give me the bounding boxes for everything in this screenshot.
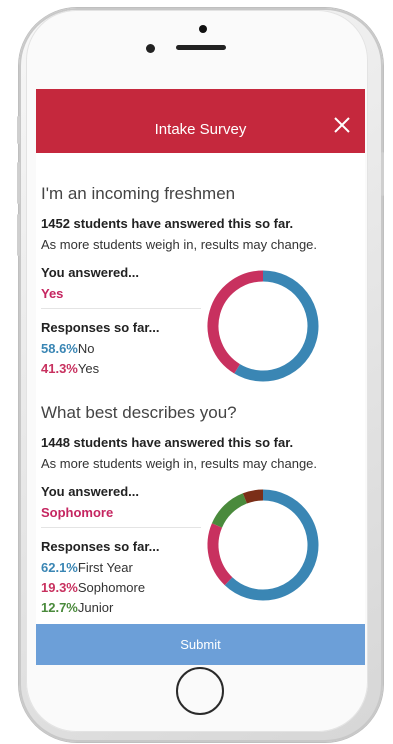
response-row: 19.3%Sophomore	[41, 580, 146, 595]
divider	[41, 308, 201, 309]
responses-label: Responses so far...	[41, 320, 160, 335]
results-note: As more students weigh in, results may c…	[41, 456, 318, 471]
question-title: I'm an incoming freshmen	[41, 184, 236, 203]
divider	[41, 527, 201, 528]
close-icon[interactable]	[333, 116, 351, 134]
results-note: As more students weigh in, results may c…	[41, 237, 318, 252]
survey-results: I'm an incoming freshmen 1452 students h…	[36, 153, 365, 624]
you-answered-label: You answered...	[41, 265, 140, 280]
screen: Intake Survey I'm an incoming freshmen 1…	[36, 89, 365, 665]
responses-label: Responses so far...	[41, 539, 160, 554]
camera-dot	[199, 25, 207, 33]
side-button	[17, 116, 20, 144]
response-row: 62.1%First Year	[41, 560, 133, 575]
modal-title: Intake Survey	[154, 121, 247, 138]
donut-chart	[207, 270, 319, 382]
donut-segment	[207, 270, 264, 374]
side-button	[17, 162, 20, 204]
response-row: 58.6%No	[41, 341, 95, 356]
donut-segment	[224, 489, 319, 601]
donut-segment	[242, 489, 264, 504]
you-answered-label: You answered...	[41, 484, 140, 499]
donut-segment	[211, 493, 248, 528]
front-camera	[146, 44, 155, 53]
question-title: What best describes you?	[41, 403, 237, 422]
user-answer: Sophomore	[41, 505, 114, 520]
modal-header: Intake Survey	[36, 89, 365, 153]
answer-count: 1448 students have answered this so far.	[41, 435, 294, 450]
donut-chart	[207, 489, 319, 601]
donut-segment	[207, 523, 233, 586]
side-button	[381, 152, 384, 196]
user-answer: Yes	[41, 286, 64, 301]
response-row: 12.7%Junior	[41, 600, 114, 615]
response-row: 41.3%Yes	[41, 361, 100, 376]
speaker-grille	[176, 45, 226, 50]
home-button[interactable]	[176, 667, 224, 715]
side-button	[17, 214, 20, 256]
answer-count: 1452 students have answered this so far.	[41, 216, 294, 231]
donut-segment	[234, 270, 319, 382]
submit-button[interactable]: Submit	[36, 624, 365, 665]
